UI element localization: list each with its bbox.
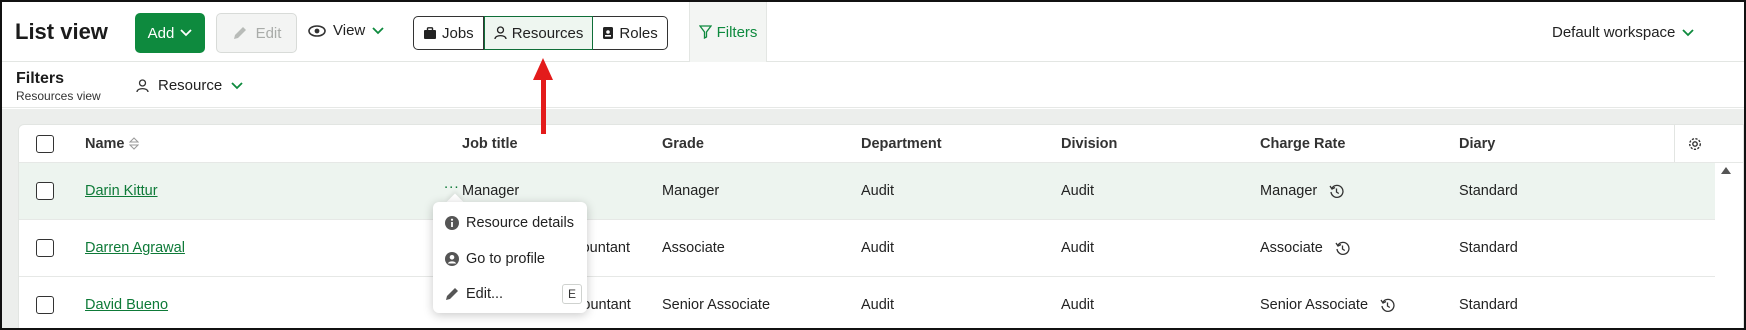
funnel-icon xyxy=(698,25,712,39)
charge-rate-value: Senior Associate xyxy=(1260,297,1369,313)
cell-diary: Standard xyxy=(1459,183,1518,199)
cell-charge-rate: Associate xyxy=(1260,220,1350,276)
column-header-name-label: Name xyxy=(85,135,125,152)
row-checkbox[interactable] xyxy=(36,182,54,200)
chevron-down-icon xyxy=(180,29,192,37)
pencil-icon xyxy=(446,288,458,300)
menu-item-go-to-profile[interactable]: Go to profile xyxy=(444,247,582,271)
chevron-down-icon xyxy=(372,26,384,34)
chevron-down-icon xyxy=(1682,28,1695,36)
resource-filter-dropdown[interactable]: Resource xyxy=(136,77,243,94)
scroll-up-arrow-icon[interactable] xyxy=(1721,167,1731,174)
cell-diary: Standard xyxy=(1459,297,1518,313)
filter-bar: Filters Resources view Resource xyxy=(2,63,1744,108)
table-header-row: Name Job title Grade Department Division… xyxy=(19,125,1743,163)
cell-division: Audit xyxy=(1061,240,1095,256)
row-checkbox[interactable] xyxy=(36,296,54,314)
resource-name-link[interactable]: Darren Agrawal xyxy=(85,240,185,256)
view-button[interactable]: View xyxy=(308,22,384,39)
table-row[interactable]: Darin Kittur ... Manager Manager Audit A… xyxy=(19,163,1743,220)
history-icon[interactable] xyxy=(1329,184,1344,199)
info-icon xyxy=(445,216,459,230)
tab-roles[interactable]: Roles xyxy=(593,16,668,50)
sort-icon xyxy=(128,137,139,150)
grid-container: Name Job title Grade Department Division… xyxy=(2,109,1744,328)
menu-item-label: Edit... xyxy=(466,286,504,302)
pencil-icon xyxy=(233,27,246,39)
badge-icon xyxy=(603,27,614,39)
charge-rate-value: Manager xyxy=(1260,183,1318,199)
column-settings-cell xyxy=(1674,125,1714,162)
menu-item-label: Resource details xyxy=(466,215,574,231)
cell-grade: Manager xyxy=(662,183,720,199)
column-header-charge-rate[interactable]: Charge Rate xyxy=(1260,125,1345,162)
shortcut-key-badge: E xyxy=(562,284,582,304)
column-header-grade[interactable]: Grade xyxy=(662,125,704,162)
edit-button[interactable]: Edit xyxy=(216,13,297,53)
top-toolbar: List view Add Edit View Jobs Resources R… xyxy=(2,2,1744,62)
add-button-label: Add xyxy=(147,24,175,42)
cell-division: Audit xyxy=(1061,183,1095,199)
workspace-selector[interactable]: Default workspace xyxy=(1552,24,1695,41)
charge-rate-value: Associate xyxy=(1260,240,1323,256)
annotation-arrow-shaft xyxy=(541,74,546,134)
cell-grade: Associate xyxy=(662,240,725,256)
menu-item-resource-details[interactable]: Resource details xyxy=(444,211,582,235)
filters-toggle-button[interactable]: Filters xyxy=(689,2,767,62)
menu-item-edit[interactable]: Edit... E xyxy=(444,282,582,306)
filters-subheading: Resources view xyxy=(16,89,101,103)
add-button[interactable]: Add xyxy=(135,13,205,53)
person-icon xyxy=(494,26,507,40)
column-header-department[interactable]: Department xyxy=(861,125,942,162)
column-header-diary[interactable]: Diary xyxy=(1459,125,1495,162)
cell-charge-rate: Senior Associate xyxy=(1260,277,1395,328)
cell-department: Audit xyxy=(861,183,895,199)
column-header-job-title[interactable]: Job title xyxy=(462,125,518,162)
resource-name-link[interactable]: Darin Kittur xyxy=(85,183,158,199)
table-row[interactable]: David Bueno t Accountant Senior Associat… xyxy=(19,277,1743,328)
history-icon[interactable] xyxy=(1380,298,1395,313)
cell-division: Audit xyxy=(1061,297,1095,313)
eye-icon xyxy=(308,24,326,37)
user-circle-icon xyxy=(445,252,459,266)
column-header-division[interactable]: Division xyxy=(1061,125,1117,162)
resource-filter-label: Resource xyxy=(158,77,223,94)
tab-jobs-label: Jobs xyxy=(442,24,474,42)
resources-table: Name Job title Grade Department Division… xyxy=(18,124,1744,328)
tab-resources[interactable]: Resources xyxy=(483,16,594,50)
edit-button-label: Edit xyxy=(255,24,282,42)
cell-diary: Standard xyxy=(1459,240,1518,256)
table-row[interactable]: Darren Agrawal t accountant Associate Au… xyxy=(19,220,1743,277)
row-actions-button[interactable]: ... xyxy=(444,175,460,192)
app-window: List view Add Edit View Jobs Resources R… xyxy=(0,0,1746,330)
view-button-label: View xyxy=(333,22,366,39)
cell-charge-rate: Manager xyxy=(1260,163,1344,219)
cell-department: Audit xyxy=(861,240,895,256)
menu-item-label: Go to profile xyxy=(466,251,545,267)
chevron-down-icon xyxy=(231,81,243,89)
person-icon xyxy=(136,78,149,92)
filters-heading: Filters xyxy=(16,70,65,87)
column-header-name[interactable]: Name xyxy=(85,125,139,162)
entity-switcher: Jobs Resources Roles xyxy=(413,16,668,50)
filters-toggle-label: Filters xyxy=(716,23,758,41)
page-title: List view xyxy=(15,19,108,44)
cell-grade: Senior Associate xyxy=(662,297,771,313)
cell-department: Audit xyxy=(861,297,895,313)
vertical-scrollbar[interactable] xyxy=(1715,163,1743,328)
history-icon[interactable] xyxy=(1335,241,1350,256)
tab-jobs[interactable]: Jobs xyxy=(413,16,484,50)
tab-resources-label: Resources xyxy=(511,24,584,42)
row-context-menu: Resource details Go to profile Edit... E xyxy=(433,202,587,313)
gear-icon[interactable] xyxy=(1687,136,1703,152)
resource-name-link[interactable]: David Bueno xyxy=(85,297,168,313)
workspace-label: Default workspace xyxy=(1552,24,1676,41)
briefcase-icon xyxy=(424,26,436,39)
row-checkbox[interactable] xyxy=(36,239,54,257)
tab-roles-label: Roles xyxy=(619,24,658,42)
select-all-checkbox[interactable] xyxy=(36,134,54,153)
